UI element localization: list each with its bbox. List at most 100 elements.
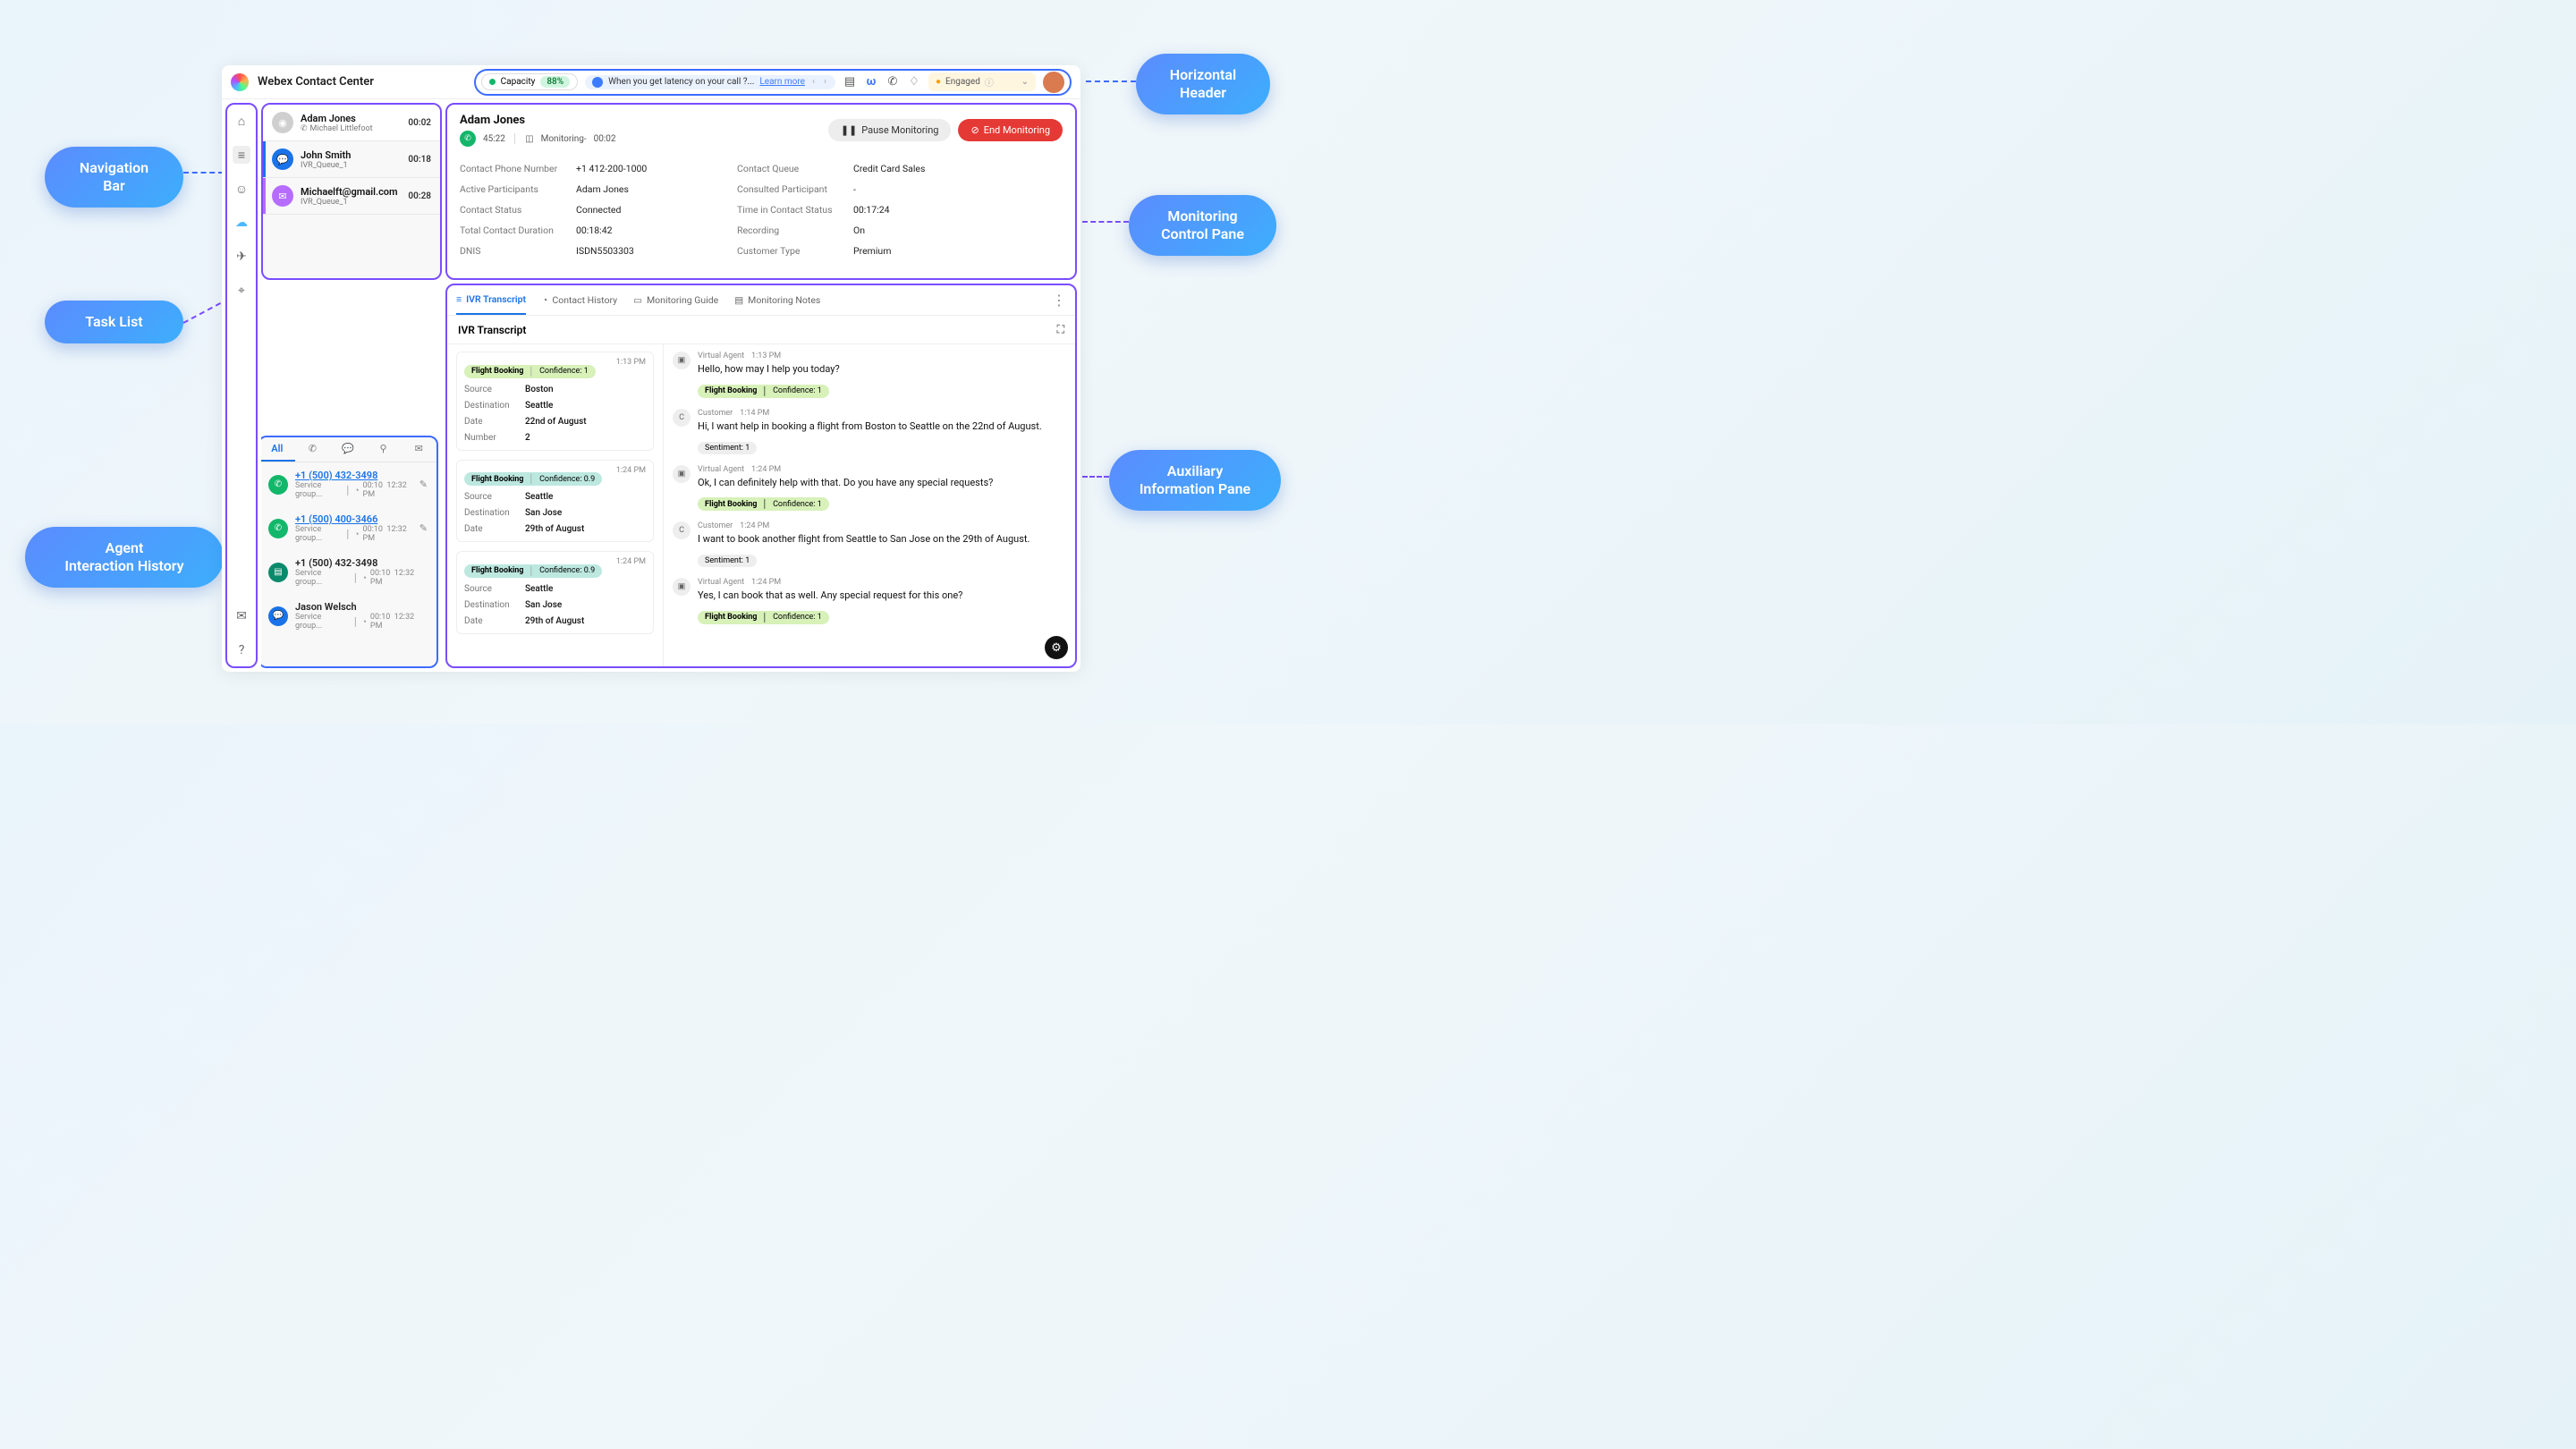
note-icon: ▤ [734, 294, 743, 306]
history-name[interactable]: +1 (500) 400-3466 [295, 513, 412, 525]
history-tab-phone[interactable]: ✆ [295, 443, 331, 462]
ivr-card[interactable]: 1:24 PM Flight Booking│Confidence: 0.9 S… [456, 551, 654, 634]
location-icon[interactable]: ⌖ [233, 282, 250, 300]
aux-heading: IVR Transcript [458, 324, 526, 336]
callout-history: AgentInteraction History [25, 527, 224, 588]
bell-icon[interactable]: ♢ [907, 75, 921, 89]
clock-icon: ◔ [354, 486, 359, 496]
field-label: Customer Type [737, 245, 853, 257]
agent-status[interactable]: ● Engaged ⓘ ⌄ [928, 72, 1036, 91]
history-name[interactable]: +1 (500) 432-3498 [295, 470, 412, 481]
transcript-message: C Customer1:24 PM I want to book another… [673, 521, 1066, 567]
bot-icon: ▣ [673, 578, 691, 596]
field-label: Contact Status [460, 204, 576, 216]
task-sub: IVR_Queue_1 [301, 198, 401, 207]
kv-label: Destination [464, 401, 525, 411]
info-banner[interactable]: When you get latency on your call ?... L… [585, 75, 835, 89]
task-item[interactable]: 💬 John Smith IVR_Queue_1 00:18 [263, 141, 440, 178]
chat-icon[interactable]: ✉ [233, 607, 250, 625]
kv-label: Destination [464, 508, 525, 518]
tab-contact-history[interactable]: ◔Contact History [542, 285, 617, 315]
msg-who: Virtual Agent [698, 465, 744, 474]
history-item[interactable]: ✆ +1 (500) 400-3466 Service group... │ ◔… [261, 506, 436, 550]
msg-time: 1:14 PM [740, 409, 769, 418]
kv-value: 29th of August [525, 524, 584, 534]
history-sub: Service group... │ ◔ 00:10 12:32 PM [295, 481, 412, 499]
contacts-icon[interactable]: ☺ [233, 180, 250, 198]
card-time: 1:24 PM [616, 466, 646, 475]
msg-who: Virtual Agent [698, 578, 744, 587]
cloud-icon[interactable]: ☁ [233, 214, 250, 232]
history-sub: Service group... │ ◔ 00:10 12:32 PM [295, 525, 412, 543]
tab-monitoring-notes[interactable]: ▤Monitoring Notes [734, 285, 820, 315]
callout-tasks: Task List [45, 301, 183, 343]
bot-icon: ▣ [673, 352, 691, 369]
history-tab-email[interactable]: ✉ [401, 443, 436, 462]
home-icon[interactable]: ⌂ [233, 112, 250, 130]
end-monitoring-button[interactable]: ⊘ End Monitoring [958, 119, 1063, 141]
history-tab-social[interactable]: ⚲ [366, 443, 402, 462]
history-sub: Service group... │ ◔ 00:10 12:32 PM [295, 613, 428, 631]
list-icon[interactable]: ≡ [233, 146, 250, 164]
intent-tag: Flight Booking│Confidence: 0.9 [464, 472, 602, 486]
callout-aux: AuxiliaryInformation Pane [1109, 450, 1281, 511]
callout-header: HorizontalHeader [1136, 54, 1270, 114]
tab-ivr-transcript[interactable]: ≡IVR Transcript [456, 285, 526, 315]
stop-icon: ⊘ [970, 124, 979, 136]
edit-icon[interactable]: ✎ [419, 479, 428, 490]
transcript-message: C Customer1:14 PM Hi, I want help in boo… [673, 409, 1066, 454]
kv-label: Date [464, 417, 525, 427]
intent-tag: Flight Booking│Confidence: 1 [698, 385, 829, 398]
monitor-pane: Adam Jones ✆ 45:22 │ ◫ Monitoring- 00:02 [445, 103, 1077, 280]
more-icon[interactable]: ⋮ [1052, 292, 1066, 309]
help-icon[interactable]: ? [233, 641, 250, 659]
call-duration: 45:22 [483, 134, 505, 144]
chevron-left-icon[interactable]: ‹ [810, 77, 817, 87]
history-tab-all[interactable]: All [261, 443, 295, 462]
bot-icon: ▣ [673, 465, 691, 483]
field-label: DNIS [460, 245, 576, 257]
task-item[interactable]: ◉ Adam Jones ✆ Michael Littlefoot 00:02 [263, 105, 440, 141]
kv-value: Seattle [525, 492, 553, 502]
task-name: Adam Jones [301, 113, 401, 124]
aux-pane: ≡IVR Transcript ◔Contact History ▭Monito… [445, 284, 1077, 668]
app-window: Webex Contact Center Capacity 88% When y… [222, 65, 1080, 672]
notes-icon[interactable]: ▤ [843, 75, 857, 89]
plane-icon[interactable]: ✈ [233, 248, 250, 266]
capacity-label: Capacity [501, 77, 536, 87]
status-dot-icon [489, 79, 496, 85]
field-value: On [853, 225, 961, 236]
msg-who: Customer [698, 521, 733, 530]
capacity-pill[interactable]: Capacity 88% [481, 73, 578, 90]
settings-fab-icon[interactable]: ⚙ [1045, 636, 1068, 659]
ivr-card[interactable]: 1:13 PM Flight Booking│Confidence: 1 Sou… [456, 352, 654, 451]
kv-label: Date [464, 616, 525, 626]
edit-icon[interactable]: ✎ [419, 522, 428, 534]
kv-value: Seattle [525, 401, 553, 411]
aux-tabs: ≡IVR Transcript ◔Contact History ▭Monito… [447, 285, 1075, 316]
learn-more-link[interactable]: Learn more [759, 77, 805, 87]
app-title: Webex Contact Center [258, 75, 374, 89]
phone-icon[interactable]: ✆ [886, 75, 900, 89]
nav-bar: ⌂ ≡ ☺ ☁ ✈ ⌖ ✉ ? [225, 103, 258, 668]
user-avatar[interactable] [1043, 72, 1064, 93]
pause-monitoring-button[interactable]: ❚❚ Pause Monitoring [828, 119, 952, 141]
ivr-card[interactable]: 1:24 PM Flight Booking│Confidence: 0.9 S… [456, 460, 654, 543]
msg-text: I want to book another flight from Seatt… [698, 533, 1066, 545]
history-tab-chat[interactable]: 💬 [330, 443, 366, 462]
tab-monitoring-guide[interactable]: ▭Monitoring Guide [633, 285, 718, 315]
webex-icon[interactable]: ω [864, 75, 878, 89]
chevron-right-icon[interactable]: › [822, 77, 828, 87]
history-item[interactable]: 💬 Jason Welsch Service group... │ ◔ 00:1… [261, 594, 436, 638]
monitor-details: Contact Phone Number +1 412-200-1000 Con… [460, 163, 1063, 257]
field-value: 00:18:42 [576, 225, 737, 236]
chevron-down-icon: ⌄ [1021, 77, 1029, 87]
task-item[interactable]: ✉ Michaelft@gmail.com IVR_Queue_1 00:28 [263, 178, 440, 215]
task-name: Michaelft@gmail.com [301, 186, 401, 198]
msg-text: Hi, I want help in booking a flight from… [698, 420, 1066, 432]
history-sub: Service group... │ ◔ 00:10 12:32 PM [295, 569, 428, 587]
history-item[interactable]: ▤ +1 (500) 432-3498 Service group... │ ◔… [261, 550, 436, 594]
field-value: Premium [853, 245, 961, 257]
history-item[interactable]: ✆ +1 (500) 432-3498 Service group... │ ◔… [261, 462, 436, 506]
expand-icon[interactable]: ⛶ [1057, 323, 1064, 336]
